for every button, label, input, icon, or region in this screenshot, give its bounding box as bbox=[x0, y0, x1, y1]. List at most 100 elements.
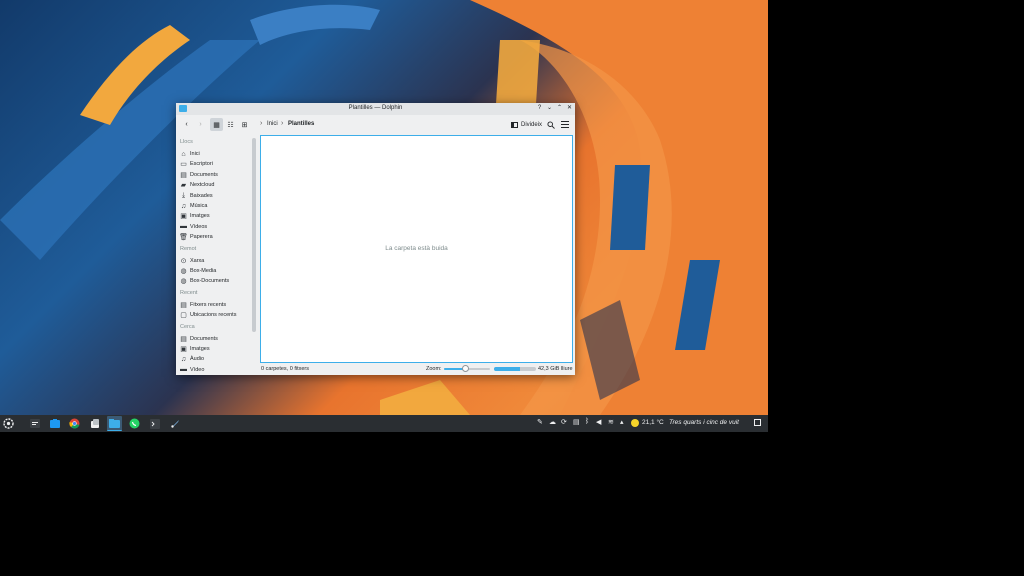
video-icon: ▬ bbox=[180, 223, 187, 231]
zoom-slider-handle[interactable] bbox=[461, 365, 469, 372]
whatsapp-icon bbox=[129, 418, 140, 429]
sidebar-item-label: Ubicacions recents bbox=[190, 312, 237, 319]
sync-icon[interactable]: ⟳ bbox=[561, 418, 567, 426]
terminal-icon bbox=[149, 418, 160, 429]
chevron-left-icon: ‹ bbox=[185, 121, 188, 128]
image-icon: ▣ bbox=[180, 213, 187, 221]
toolbar: ‹ › ▦ ☷ ⊞ › Inici › Plantilles Divideix bbox=[176, 115, 575, 135]
sidebar-item[interactable]: ⊙ Xarxa bbox=[180, 256, 205, 266]
sidebar-item[interactable]: ⤓ Baixades bbox=[180, 191, 213, 201]
task-dolphin[interactable] bbox=[107, 416, 122, 431]
globe-icon: ◍ bbox=[180, 268, 187, 275]
breadcrumb-home[interactable]: Inici bbox=[267, 121, 278, 127]
task-rocket[interactable] bbox=[167, 416, 182, 431]
store-icon bbox=[49, 419, 60, 428]
sidebar-item-label: Inici bbox=[190, 151, 200, 157]
file-view[interactable]: La carpeta està buida bbox=[260, 135, 573, 363]
sidebar-group-title[interactable]: Remot bbox=[180, 246, 196, 252]
free-space-bar[interactable] bbox=[494, 367, 536, 371]
show-desktop-icon[interactable] bbox=[754, 419, 761, 426]
temperature[interactable]: 21,1 °C bbox=[642, 419, 664, 426]
task-chrome[interactable] bbox=[67, 416, 82, 431]
minimize-button[interactable]: ⌄ bbox=[545, 104, 554, 113]
bluetooth-icon[interactable]: ᛒ bbox=[585, 418, 589, 425]
launcher-icon bbox=[3, 418, 14, 429]
folder-icon: ▰ bbox=[180, 182, 187, 190]
back-button[interactable]: ‹ bbox=[180, 118, 193, 131]
zoom-label: Zoom: bbox=[426, 366, 442, 372]
notes-icon[interactable]: ✎ bbox=[537, 418, 543, 426]
chrome-icon bbox=[69, 418, 80, 429]
forward-button[interactable]: › bbox=[194, 118, 207, 131]
sidebar-item[interactable]: ♫ Música bbox=[180, 201, 208, 211]
sidebar-item[interactable]: ▤ Documents bbox=[180, 170, 218, 180]
task-whatsapp[interactable] bbox=[127, 416, 142, 431]
sidebar-item[interactable]: ▰ Nextcloud bbox=[180, 180, 215, 190]
menu-button[interactable] bbox=[558, 118, 571, 131]
sidebar-item[interactable]: ◍ Box-Media bbox=[180, 266, 216, 276]
sidebar-scrollbar[interactable] bbox=[252, 138, 256, 332]
split-view-button[interactable]: Divideix bbox=[511, 118, 542, 131]
task-kde-connect[interactable] bbox=[87, 416, 102, 431]
trash-icon: 🗑 bbox=[179, 234, 188, 242]
sidebar-item[interactable]: ▭ Escriptori bbox=[180, 159, 213, 169]
taskbar: ✎ ☁ ⟳ ▤ ᛒ ◀ ≋ ▴ 21,1 °C Tres quarts i ci… bbox=[0, 415, 768, 432]
sidebar-item[interactable]: ▤ Fitxers recents bbox=[180, 300, 226, 310]
sidebar-item[interactable]: ▢ Ubicacions recents bbox=[180, 310, 236, 320]
recent-locations-icon: ▢ bbox=[180, 312, 187, 320]
sidebar-group-title[interactable]: Llocs bbox=[180, 139, 193, 145]
task-terminal[interactable] bbox=[147, 416, 162, 431]
task-store[interactable] bbox=[47, 416, 62, 431]
network-icon: ⊙ bbox=[180, 257, 187, 265]
sidebar-group-title[interactable]: Cerca bbox=[180, 324, 195, 330]
places-panel: Llocs ⌂ Inici ▭ Escriptori ▤ Documents ▰ Nextclo… bbox=[176, 135, 259, 373]
sidebar-item[interactable]: ▬ Vídeos bbox=[180, 222, 207, 232]
kde-connect-icon bbox=[90, 418, 99, 428]
zoom-slider[interactable] bbox=[444, 365, 490, 372]
details-view-button[interactable]: ⊞ bbox=[238, 118, 251, 131]
sidebar-item[interactable]: ▣ Imatges bbox=[180, 344, 210, 354]
sidebar-item[interactable]: ⌂ Inici bbox=[180, 149, 200, 159]
sidebar-item[interactable]: 🗑 Paperera bbox=[179, 232, 213, 242]
clock[interactable]: Tres quarts i cinc de vuit bbox=[669, 419, 739, 426]
help-button[interactable]: ? bbox=[535, 104, 544, 113]
compact-view-icon: ☷ bbox=[227, 121, 234, 129]
sidebar-item[interactable]: ◍ Box-Documents bbox=[180, 276, 229, 286]
wifi-icon[interactable]: ≋ bbox=[608, 418, 614, 426]
sidebar-item-label: Documents bbox=[190, 171, 218, 178]
task-system-settings[interactable] bbox=[27, 416, 42, 431]
cloud-icon[interactable]: ☁ bbox=[549, 418, 556, 426]
clipboard-icon[interactable]: ▤ bbox=[573, 418, 580, 426]
item-count: 0 carpetes, 0 fitxers bbox=[261, 366, 309, 372]
sidebar-item[interactable]: ▣ Imatges bbox=[180, 211, 209, 221]
compact-view-button[interactable]: ☷ bbox=[224, 118, 237, 131]
maximize-button[interactable]: ⌃ bbox=[555, 104, 564, 113]
icons-view-button[interactable]: ▦ bbox=[210, 118, 223, 131]
title-bar[interactable]: Plantilles — Dolphin ? ⌄ ⌃ ✕ bbox=[176, 103, 575, 115]
globe-icon: ◍ bbox=[180, 278, 187, 286]
download-icon: ⤓ bbox=[181, 191, 186, 199]
sidebar-group-title[interactable]: Recent bbox=[180, 290, 197, 296]
sidebar-item-label: Paperera bbox=[190, 234, 213, 241]
free-space-label: 42,3 GiB lliure bbox=[538, 366, 573, 372]
sidebar-item-label: Imatges bbox=[190, 346, 210, 352]
music-icon: ♫ bbox=[180, 355, 187, 363]
sidebar-item-label: Xarxa bbox=[190, 257, 205, 264]
sidebar-item-label: Àudio bbox=[190, 356, 205, 363]
sidebar-item-label: Box-Media bbox=[190, 268, 217, 274]
sidebar-item-label: Documents bbox=[190, 335, 218, 342]
sidebar-item[interactable]: ▤ Documents bbox=[180, 334, 218, 344]
split-view-icon bbox=[511, 121, 518, 128]
close-button[interactable]: ✕ bbox=[565, 104, 574, 113]
status-bar: 0 carpetes, 0 fitxers Zoom: 42,3 GiB lli… bbox=[176, 363, 575, 375]
breadcrumb-separator-icon: › bbox=[281, 120, 284, 127]
application-launcher[interactable] bbox=[1, 416, 16, 431]
icons-view-icon: ▦ bbox=[213, 121, 220, 129]
dolphin-window: Plantilles — Dolphin ? ⌄ ⌃ ✕ ‹ › ▦ ☷ ⊞ ›… bbox=[176, 103, 575, 375]
documents-icon: ▤ bbox=[180, 335, 187, 343]
volume-icon[interactable]: ◀ bbox=[596, 418, 601, 426]
breadcrumb-current[interactable]: Plantilles bbox=[288, 121, 314, 127]
search-button[interactable] bbox=[544, 118, 557, 131]
weather-sun-icon[interactable] bbox=[631, 419, 639, 427]
arrow-up-icon[interactable]: ▴ bbox=[620, 418, 624, 426]
